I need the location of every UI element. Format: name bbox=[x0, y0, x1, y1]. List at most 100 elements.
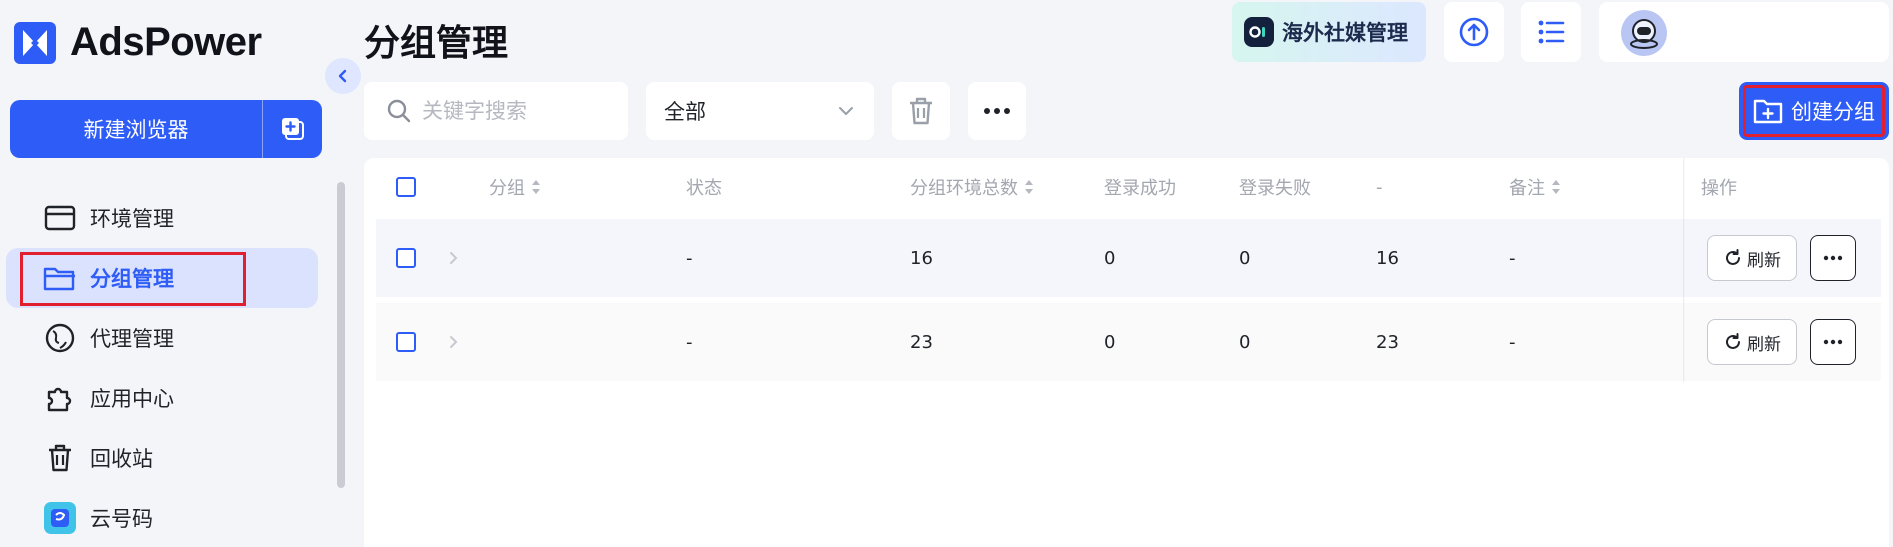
sidebar-item-env[interactable]: 环境管理 bbox=[6, 188, 318, 248]
row-more-button[interactable] bbox=[1810, 235, 1856, 281]
cell-login-fail: 0 bbox=[1239, 331, 1251, 353]
more-actions-button[interactable] bbox=[968, 82, 1026, 140]
cell-note: - bbox=[1509, 331, 1516, 353]
user-profile-button[interactable] bbox=[1599, 2, 1889, 62]
chevron-left-icon bbox=[338, 69, 347, 83]
refresh-label: 刷新 bbox=[1747, 334, 1781, 355]
logo: AdsPower bbox=[14, 20, 262, 65]
expand-row-button[interactable] bbox=[448, 219, 458, 297]
sidebar-item-groups[interactable]: 分组管理 bbox=[6, 248, 318, 308]
col-header-login-fail: 登录失败 bbox=[1239, 178, 1311, 199]
brand-name: AdsPower bbox=[70, 20, 262, 64]
more-horizontal-icon bbox=[1823, 339, 1843, 345]
refresh-icon bbox=[1726, 333, 1740, 349]
cell-login-success: 0 bbox=[1104, 331, 1116, 353]
sidebar-item-recycle[interactable]: 回收站 bbox=[6, 428, 318, 488]
upload-button[interactable] bbox=[1444, 2, 1504, 62]
sidebar-item-label: 代理管理 bbox=[90, 327, 174, 351]
expand-row-button[interactable] bbox=[448, 303, 458, 381]
col-header-note[interactable]: 备注 bbox=[1509, 172, 1561, 202]
puzzle-icon bbox=[42, 380, 78, 416]
browser-window-icon bbox=[42, 200, 78, 236]
cell-login-success: 0 bbox=[1104, 247, 1116, 269]
row-checkbox[interactable] bbox=[396, 248, 416, 268]
chevron-right-icon bbox=[450, 252, 458, 264]
chevron-right-icon bbox=[450, 336, 458, 348]
collapse-sidebar-button[interactable] bbox=[325, 58, 361, 94]
app-root: AdsPower 新建浏览器 环境管理 分组管理 代理管理 应用中心 回收站 云… bbox=[0, 0, 1893, 547]
new-browser-button[interactable]: 新建浏览器 bbox=[10, 100, 262, 158]
sidebar-item-label: 云号码 bbox=[90, 507, 153, 531]
cell-status: - bbox=[686, 331, 693, 353]
page-title: 分组管理 bbox=[364, 23, 509, 64]
select-all-checkbox-cell bbox=[396, 172, 416, 202]
create-group-button[interactable]: 创建分组 bbox=[1739, 82, 1889, 140]
sidebar-item-cloud-number[interactable]: 云号码 bbox=[6, 488, 318, 547]
promo-label: 海外社媒管理 bbox=[1282, 21, 1408, 45]
search-icon bbox=[387, 99, 411, 123]
select-all-checkbox[interactable] bbox=[396, 177, 416, 197]
cell-dash: 23 bbox=[1376, 331, 1399, 353]
avatar-astronaut-icon bbox=[1630, 19, 1658, 49]
refresh-label: 刷新 bbox=[1747, 250, 1781, 271]
cell-note: - bbox=[1509, 247, 1516, 269]
sidebar: AdsPower 新建浏览器 环境管理 分组管理 代理管理 应用中心 回收站 云… bbox=[0, 0, 346, 547]
row-more-button[interactable] bbox=[1810, 319, 1856, 365]
col-header-dash: - bbox=[1376, 176, 1383, 198]
cloud-number-icon bbox=[42, 500, 78, 536]
sort-icon bbox=[531, 179, 541, 195]
social-media-promo-button[interactable]: 海外社媒管理 bbox=[1232, 2, 1426, 62]
sidebar-item-label: 环境管理 bbox=[90, 207, 174, 231]
folder-plus-icon bbox=[1753, 99, 1783, 124]
task-list-button[interactable] bbox=[1521, 2, 1581, 62]
row-checkbox[interactable] bbox=[396, 332, 416, 352]
actions-column-divider bbox=[1683, 158, 1685, 382]
table-row[interactable] bbox=[376, 303, 1881, 381]
filter-value: 全部 bbox=[664, 100, 706, 124]
cell-total: 23 bbox=[910, 331, 933, 353]
row-checkbox-cell bbox=[396, 219, 416, 297]
sort-icon bbox=[1024, 179, 1034, 195]
col-header-actions: 操作 bbox=[1701, 178, 1737, 199]
sidebar-item-label: 分组管理 bbox=[90, 267, 174, 291]
col-header-login-success: 登录成功 bbox=[1104, 178, 1176, 199]
cell-status: - bbox=[686, 247, 693, 269]
new-browser-button-group: 新建浏览器 bbox=[10, 100, 322, 158]
more-horizontal-icon bbox=[1823, 255, 1843, 261]
avatar bbox=[1621, 10, 1667, 56]
trash-icon bbox=[910, 97, 932, 125]
chevron-down-icon bbox=[839, 107, 853, 115]
refresh-button[interactable]: 刷新 bbox=[1707, 235, 1797, 281]
upload-circle-icon bbox=[1459, 17, 1489, 47]
sidebar-scrollbar[interactable] bbox=[337, 182, 345, 488]
cell-login-fail: 0 bbox=[1239, 247, 1251, 269]
promo-logo-icon bbox=[1244, 17, 1274, 47]
sidebar-item-label: 回收站 bbox=[90, 447, 153, 471]
proxy-globe-icon bbox=[42, 320, 78, 356]
delete-button[interactable] bbox=[892, 82, 950, 140]
cell-dash: 16 bbox=[1376, 247, 1399, 269]
add-layers-icon bbox=[281, 118, 304, 140]
table-row[interactable] bbox=[376, 219, 1881, 297]
batch-add-button[interactable] bbox=[262, 100, 322, 158]
col-header-status: 状态 bbox=[686, 178, 722, 199]
adspower-logo-icon bbox=[14, 21, 56, 64]
trash-icon bbox=[42, 440, 78, 476]
refresh-icon bbox=[1726, 249, 1740, 265]
cell-total: 16 bbox=[910, 247, 933, 269]
sidebar-item-proxy[interactable]: 代理管理 bbox=[6, 308, 318, 368]
col-header-total[interactable]: 分组环境总数 bbox=[910, 172, 1034, 202]
list-icon bbox=[1538, 20, 1565, 44]
sidebar-item-apps[interactable]: 应用中心 bbox=[6, 368, 318, 428]
search-input[interactable] bbox=[422, 99, 622, 123]
status-filter-select[interactable]: 全部 bbox=[646, 82, 874, 140]
search-box bbox=[364, 82, 628, 140]
col-header-group[interactable]: 分组 bbox=[489, 172, 541, 202]
more-horizontal-icon bbox=[984, 108, 1010, 114]
refresh-button[interactable]: 刷新 bbox=[1707, 319, 1797, 365]
sort-icon bbox=[1551, 179, 1561, 195]
folder-icon bbox=[42, 260, 78, 296]
row-checkbox-cell bbox=[396, 303, 416, 381]
create-group-label: 创建分组 bbox=[1791, 100, 1875, 124]
sidebar-item-label: 应用中心 bbox=[90, 387, 174, 411]
